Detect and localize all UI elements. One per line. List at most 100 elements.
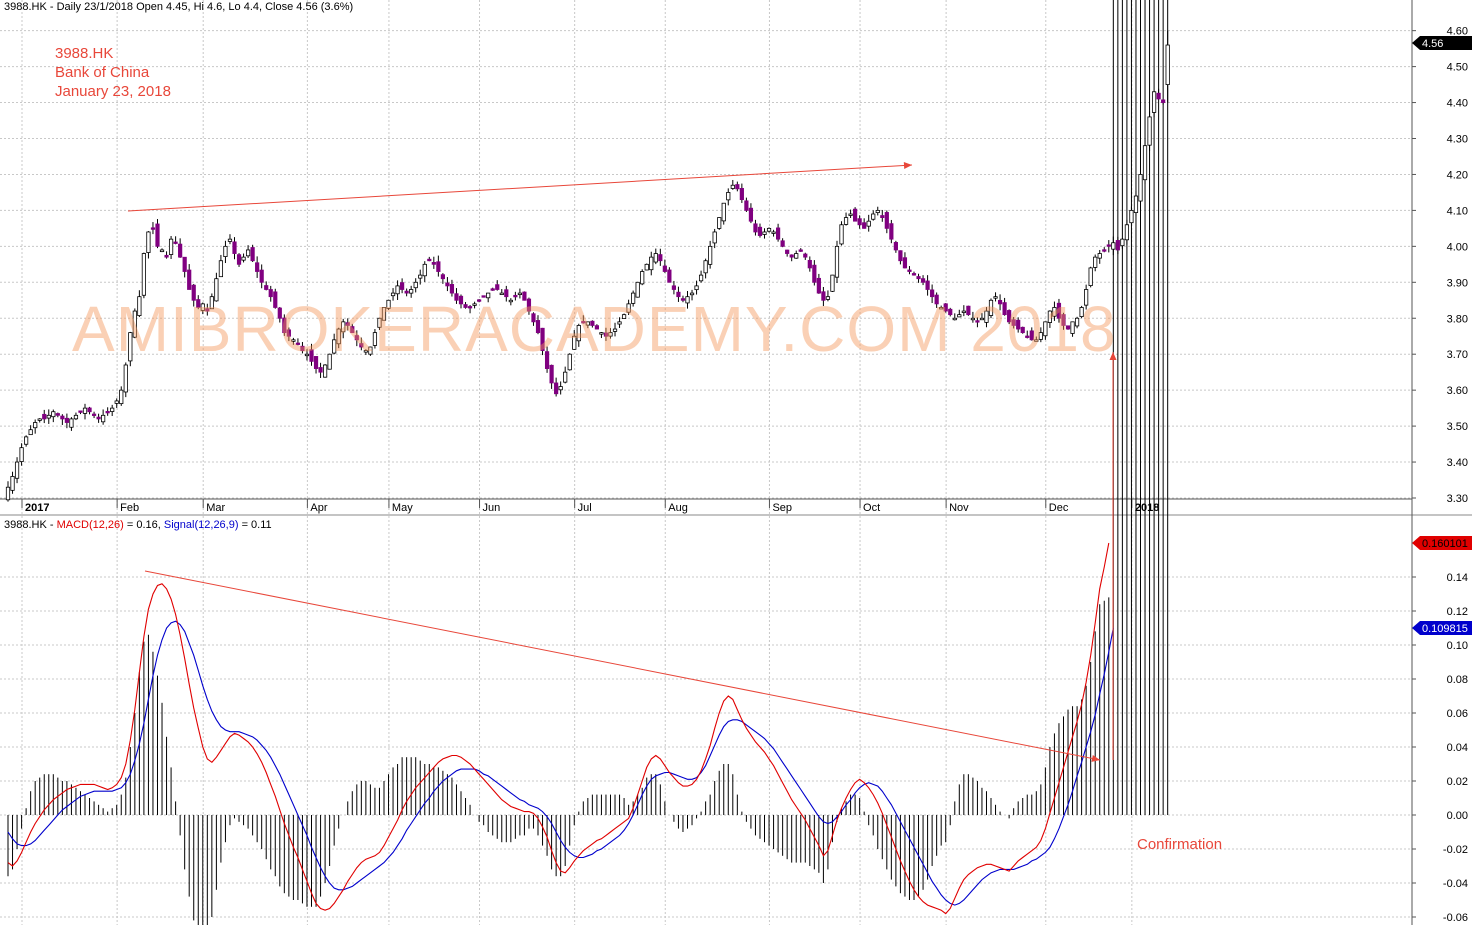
candle-body xyxy=(1161,99,1166,103)
candle-body xyxy=(766,227,772,232)
candle-body xyxy=(916,276,921,280)
candle-body xyxy=(436,261,441,272)
candle-body xyxy=(173,241,178,244)
candle-body xyxy=(866,220,871,227)
signal-title-value: = 0.11 xyxy=(238,519,272,531)
signal-title-label: Signal(12,26,9) xyxy=(163,519,239,531)
candle-body xyxy=(726,192,731,201)
candle-body xyxy=(445,282,450,287)
candle-body xyxy=(662,265,667,272)
macd-title-label: MACD(12,26) xyxy=(56,519,124,531)
macd-tick-label: 0.02 xyxy=(1447,776,1468,788)
candle-body xyxy=(418,274,423,279)
candle-body xyxy=(843,217,849,225)
candle-body xyxy=(748,207,754,222)
candle-body xyxy=(563,371,568,383)
macd-tick-label: 0.08 xyxy=(1447,674,1468,686)
macd-title-value: = 0.16, xyxy=(123,519,164,531)
candle-body xyxy=(798,249,803,252)
candle-body xyxy=(739,188,744,201)
candle-body xyxy=(1093,256,1098,268)
candle-body xyxy=(422,263,427,277)
candle-body xyxy=(735,184,740,190)
candle-body xyxy=(245,249,251,257)
candle-body xyxy=(10,476,15,491)
candle-body xyxy=(178,243,183,258)
month-label: Mar xyxy=(206,502,225,514)
candle-body xyxy=(69,418,74,428)
candle-body xyxy=(78,410,83,413)
watermark: AMIBROKERACADEMY.COM 2018 xyxy=(72,293,1117,365)
candle-body xyxy=(164,254,169,258)
candle-body xyxy=(871,213,876,220)
month-label: Dec xyxy=(1049,502,1069,514)
month-label: May xyxy=(392,502,413,514)
macd-tick-label: 0.14 xyxy=(1447,572,1468,584)
candle-body xyxy=(807,259,812,269)
candle-body xyxy=(96,416,101,420)
candle-body xyxy=(155,223,160,247)
candle-body xyxy=(658,254,663,262)
candle-body xyxy=(232,241,237,254)
candle-body xyxy=(911,273,917,276)
candle-body xyxy=(848,213,853,216)
price-tick-label: 3.60 xyxy=(1447,385,1468,397)
candle-body xyxy=(33,422,38,429)
candle-body xyxy=(490,288,495,291)
candle-body xyxy=(898,250,903,262)
price-tick-label: 3.50 xyxy=(1447,421,1468,433)
candle-body xyxy=(1106,244,1111,247)
candle-body xyxy=(60,415,65,420)
candle-body xyxy=(902,257,908,269)
candle-body xyxy=(1088,267,1093,286)
candle-body xyxy=(549,364,554,384)
candle-body xyxy=(55,413,60,416)
candle-body xyxy=(495,284,500,290)
annotation-ticker: 3988.HK xyxy=(55,45,114,62)
candle-body xyxy=(558,386,563,391)
macd-tick-label: 0.00 xyxy=(1447,810,1468,822)
price-tick-label: 4.20 xyxy=(1447,169,1468,181)
candle-body xyxy=(1142,145,1148,181)
candle-body xyxy=(1151,91,1157,113)
candle-body xyxy=(427,258,432,262)
macd-value-badge-text: 0.160101 xyxy=(1422,538,1468,550)
candle-body xyxy=(794,253,799,259)
price-tick-label: 3.70 xyxy=(1447,349,1468,361)
candle-body xyxy=(250,247,255,262)
candle-body xyxy=(264,285,269,290)
candle-body xyxy=(223,245,228,257)
macd-tick-label: -0.04 xyxy=(1443,878,1468,890)
macd-tick-label: 0.06 xyxy=(1447,708,1468,720)
candle-body xyxy=(880,215,885,218)
candle-body xyxy=(255,262,260,272)
candle-body xyxy=(119,389,124,405)
signal-value-badge-text: 0.109815 xyxy=(1422,623,1468,635)
price-tick-label: 4.30 xyxy=(1447,134,1468,146)
macd-tick-label: -0.06 xyxy=(1443,912,1468,924)
candle-body xyxy=(123,364,128,393)
candle-body xyxy=(925,280,930,290)
candle-body xyxy=(241,256,246,261)
candle-body xyxy=(893,242,898,251)
month-label: Feb xyxy=(120,502,139,514)
candle-body xyxy=(1124,224,1130,241)
candle-body xyxy=(51,411,56,418)
candle-body xyxy=(640,271,645,285)
macd-tick-label: 0.10 xyxy=(1447,640,1468,652)
candle-body xyxy=(42,413,47,420)
candle-body xyxy=(91,413,97,416)
candle-body xyxy=(721,202,726,222)
price-tick-label: 4.60 xyxy=(1447,26,1468,38)
candle-body xyxy=(694,285,699,291)
candle-body xyxy=(708,245,713,265)
candle-body xyxy=(168,238,174,255)
candle-body xyxy=(771,231,776,234)
candle-body xyxy=(146,231,151,253)
candle-body xyxy=(780,240,785,247)
candle-body xyxy=(753,223,758,233)
candle-body xyxy=(105,410,110,414)
candle-body xyxy=(744,200,749,211)
month-label: Aug xyxy=(668,502,688,514)
candle-body xyxy=(1138,174,1143,202)
